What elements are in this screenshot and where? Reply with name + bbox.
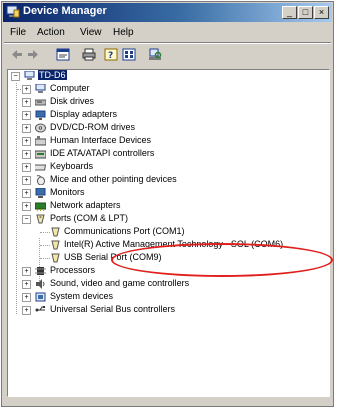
- menu-action[interactable]: Action: [37, 27, 65, 38]
- expand-icon[interactable]: +: [22, 124, 31, 133]
- svg-text:?: ?: [108, 51, 113, 61]
- display-icon: [35, 110, 46, 120]
- computer-icon: [24, 71, 35, 80]
- menu-bar: File Action View Help: [4, 24, 331, 41]
- network-icon: [35, 202, 46, 211]
- tree-node-label: Human Interface Devices: [50, 135, 152, 145]
- collapse-icon[interactable]: −: [11, 72, 20, 81]
- tree-node-label: Display adapters: [50, 109, 118, 119]
- mouse-icon: [36, 175, 45, 185]
- tree-node-label: Sound, video and game controllers: [50, 278, 190, 288]
- expand-icon[interactable]: +: [22, 137, 31, 146]
- forward-icon[interactable]: [26, 48, 40, 61]
- highlight-ellipse: [111, 243, 333, 277]
- expand-icon[interactable]: +: [22, 85, 31, 94]
- tree-node-label: System devices: [50, 291, 114, 301]
- tree-node-label: Keyboards: [50, 161, 94, 171]
- processor-icon: [35, 267, 46, 275]
- tree-node-label: Monitors: [50, 187, 85, 197]
- view-icon[interactable]: [122, 48, 136, 61]
- menu-separator: [4, 42, 331, 44]
- expand-icon[interactable]: +: [22, 150, 31, 159]
- expand-icon[interactable]: +: [22, 111, 31, 120]
- sound-icon: [36, 279, 45, 289]
- expand-icon[interactable]: +: [22, 306, 31, 315]
- hid-icon: [35, 136, 46, 146]
- scan-icon[interactable]: [148, 48, 162, 61]
- menu-file[interactable]: File: [10, 27, 26, 38]
- port-icon: [51, 240, 60, 250]
- tree-node-label: DVD/CD-ROM drives: [50, 122, 136, 132]
- cdrom-icon: [35, 123, 46, 133]
- disk-icon: [35, 99, 46, 106]
- status-bar: [4, 395, 331, 404]
- maximize-button[interactable]: □: [298, 6, 313, 19]
- port-icon: [36, 214, 45, 224]
- tree-node-label: Computer: [50, 83, 90, 93]
- properties-icon[interactable]: [56, 48, 70, 61]
- port-icon: [51, 253, 60, 263]
- window-title: Device Manager: [23, 5, 107, 17]
- keyboard-icon: [35, 164, 46, 171]
- collapse-icon[interactable]: −: [22, 215, 31, 224]
- tree-node-label: Network adapters: [50, 200, 121, 210]
- title-bar[interactable]: Device Manager _ □ ×: [3, 3, 332, 22]
- help-icon[interactable]: ?: [104, 48, 118, 61]
- expand-icon[interactable]: +: [22, 293, 31, 302]
- expand-icon[interactable]: +: [22, 98, 31, 107]
- expand-icon[interactable]: +: [22, 189, 31, 198]
- tree-node-label: Mice and other pointing devices: [50, 174, 177, 184]
- minimize-button[interactable]: _: [282, 6, 297, 19]
- tree-line: [16, 83, 17, 314]
- ide-icon: [35, 150, 46, 159]
- device-manager-window: Device Manager _ □ × File Action View He…: [1, 1, 334, 407]
- usb-icon: [35, 306, 45, 312]
- expand-icon[interactable]: +: [22, 267, 31, 276]
- expand-icon[interactable]: +: [22, 202, 31, 211]
- close-button[interactable]: ×: [314, 6, 329, 19]
- tree-node-label: Ports (COM & LPT): [50, 213, 129, 223]
- expand-icon[interactable]: +: [22, 163, 31, 172]
- tree-node-label: Disk drives: [50, 96, 95, 106]
- monitor-icon: [35, 188, 46, 198]
- expand-icon[interactable]: +: [22, 280, 31, 289]
- computer-icon: [35, 84, 46, 93]
- device-manager-icon: [6, 5, 20, 18]
- menu-help[interactable]: Help: [113, 27, 134, 38]
- system-icon: [35, 292, 46, 302]
- device-tree-panel[interactable]: − TD-D6 + Computer + Disk drives + Displ…: [7, 69, 333, 397]
- tree-node-label: Processors: [50, 265, 96, 275]
- menu-view[interactable]: View: [80, 27, 102, 38]
- port-icon: [51, 227, 60, 237]
- tree-node-label: IDE ATA/ATAPI controllers: [50, 148, 155, 158]
- tree-root-label: TD-D6: [38, 70, 67, 80]
- expand-icon[interactable]: +: [22, 176, 31, 185]
- print-icon[interactable]: [82, 48, 96, 61]
- toolbar: ?: [4, 45, 331, 67]
- back-icon[interactable]: [10, 48, 24, 61]
- tree-child-label: Communications Port (COM1): [64, 226, 185, 236]
- tree-node-label: Universal Serial Bus controllers: [50, 304, 176, 314]
